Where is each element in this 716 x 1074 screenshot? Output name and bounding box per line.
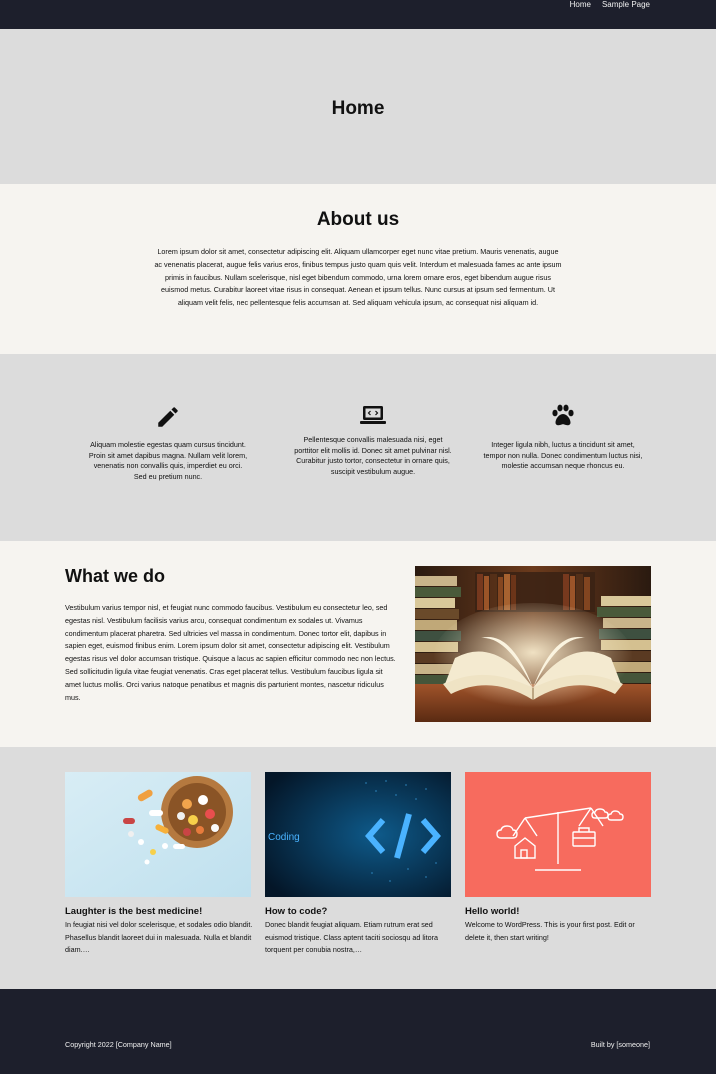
footer-copyright: Copyright 2022 [Company Name] <box>65 1040 172 1049</box>
pencil-icon <box>88 404 248 430</box>
post-title[interactable]: How to code? <box>265 906 455 917</box>
feature-text: Aliquam molestie egestas quam cursus tin… <box>88 440 248 481</box>
open-book-image <box>415 566 651 722</box>
what-we-do-section: What we do Vestibulum varius tempor nisl… <box>0 541 716 747</box>
nav-link-home[interactable]: Home <box>570 0 591 10</box>
footer-credit: Built by [someone] <box>590 1040 650 1049</box>
coding-image-label: Coding <box>268 832 300 843</box>
paw-icon <box>483 404 643 428</box>
post-excerpt: Welcome to WordPress. This is your first… <box>465 920 635 942</box>
laptop-code-icon <box>293 405 453 425</box>
about-text: Lorem ipsum dolor sit amet, consectetur … <box>154 247 562 308</box>
post-excerpt: Donec blandit feugiat aliquam. Etiam rut… <box>265 920 438 954</box>
hero-section: Home <box>0 29 716 184</box>
posts-section: Laughter is the best medicine! In feugia… <box>0 747 716 989</box>
top-bar: Home Sample Page <box>0 0 716 29</box>
pills-image[interactable] <box>65 772 251 897</box>
what-we-do-text: Vestibulum varius tempor nisl, et feugia… <box>65 603 396 702</box>
page-title: Home <box>331 98 385 119</box>
about-heading: About us <box>316 209 400 230</box>
post-title[interactable]: Laughter is the best medicine! <box>65 906 255 917</box>
top-navigation: Home Sample Page <box>570 0 650 10</box>
footer: Copyright 2022 [Company Name] Built by [… <box>0 989 716 1074</box>
feature-text: Pellentesque convallis malesuada nisi, e… <box>294 435 452 476</box>
features-section: Aliquam molestie egestas quam cursus tin… <box>0 354 716 541</box>
feature-text: Integer ligula nibh, luctus a tincidunt … <box>483 440 643 470</box>
post-excerpt: In feugiat nisi vel dolor scelerisque, e… <box>65 920 253 954</box>
coding-image[interactable]: Coding <box>265 772 451 897</box>
balance-scale-image[interactable] <box>465 772 651 897</box>
post-title[interactable]: Hello world! <box>465 906 655 917</box>
about-section: About us Lorem ipsum dolor sit amet, con… <box>0 184 716 354</box>
what-we-do-heading: What we do <box>65 566 165 586</box>
nav-link-sample-page[interactable]: Sample Page <box>602 0 650 10</box>
